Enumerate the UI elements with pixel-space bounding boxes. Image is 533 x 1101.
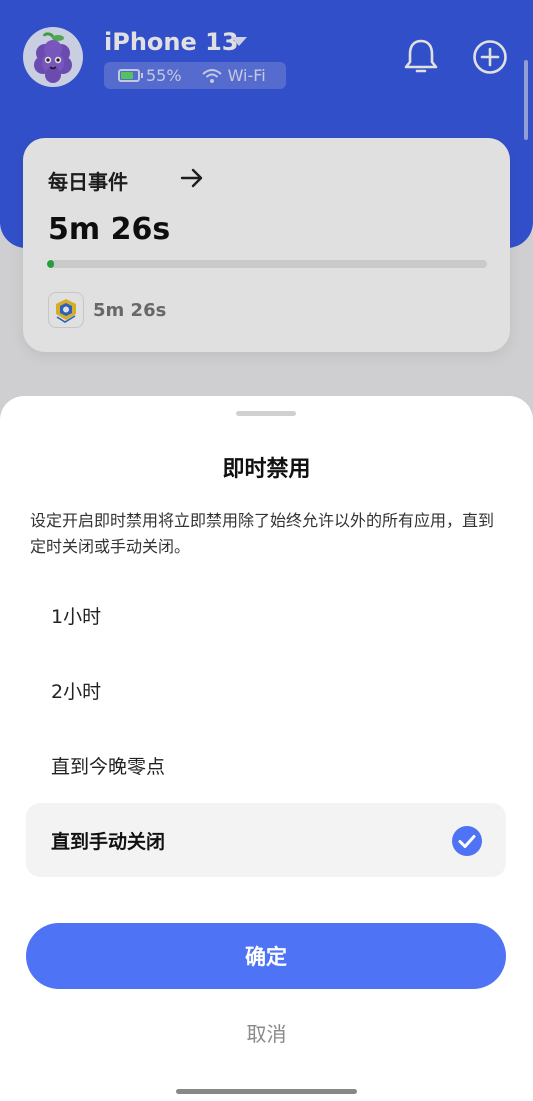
home-indicator[interactable] [176,1089,357,1094]
option-label: 1小时 [51,605,102,628]
sheet-title: 即时禁用 [222,457,311,482]
option-label: 2小时 [51,680,102,703]
option-2-hours[interactable]: 2小时 [26,653,506,727]
check-circle-icon [452,826,482,861]
option-1-hour[interactable]: 1小时 [26,578,506,652]
cancel-button[interactable]: 取消 [200,1014,333,1050]
option-until-midnight[interactable]: 直到今晚零点 [26,728,506,802]
drag-handle[interactable] [236,411,296,416]
confirm-button[interactable]: 确定 [26,923,506,989]
sheet-description: 设定开启即时禁用将立即禁用除了始终允许以外的所有应用，直到定时关闭或手动关闭。 [30,511,495,556]
option-label: 直到今晚零点 [51,755,166,778]
option-label: 直到手动关闭 [51,830,166,853]
instant-disable-sheet: 即时禁用 设定开启即时禁用将立即禁用除了始终允许以外的所有应用，直到定时关闭或手… [0,396,533,1101]
option-until-manual-off[interactable]: 直到手动关闭 [26,803,506,877]
